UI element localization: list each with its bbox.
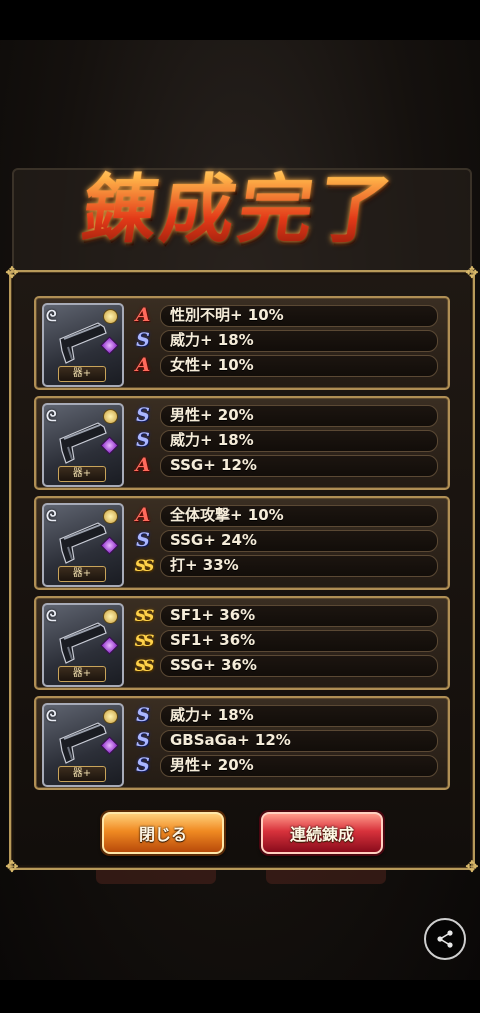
rank-a-icon: A — [135, 354, 151, 376]
corner-ornament-icon: ✥ — [465, 857, 479, 876]
bonus-text: 男性+ 20% — [170, 406, 254, 424]
weapon-thumbnail[interactable]: ᘓ 器+ — [42, 503, 124, 587]
bonus-text: SSG+ 24% — [170, 531, 257, 549]
refine-result-card: ᘓ 器+ S 威力+ 18% S GBSaGa+ 12% S 男性+ 20% — [34, 696, 450, 790]
bonus-row: SS SF1+ 36% — [130, 605, 438, 627]
bonus-text: 威力+ 18% — [170, 431, 254, 449]
bonus-row: SS 打+ 33% — [130, 555, 438, 577]
bonus-text: 全体攻撃+ 10% — [170, 506, 284, 524]
bonus-row: S 威力+ 18% — [130, 329, 438, 352]
item-tag: 器+ — [58, 666, 106, 682]
bonus-text: 威力+ 18% — [170, 331, 254, 349]
rank-s-icon: S — [136, 404, 150, 426]
item-tag: 器+ — [58, 366, 106, 382]
weapon-thumbnail[interactable]: ᘓ 器+ — [42, 303, 124, 387]
rank-ss-icon: SS — [134, 631, 155, 650]
weapon-thumbnail[interactable]: ᘓ 器+ — [42, 703, 124, 787]
refine-result-card: ᘓ 器+ S 男性+ 20% S 威力+ 18% A SSG+ 12% — [34, 396, 450, 490]
rank-a-icon: A — [135, 454, 151, 476]
bonus-text: 打+ 33% — [170, 556, 239, 574]
bonus-row: S 男性+ 20% — [130, 404, 438, 427]
weapon-thumbnail[interactable]: ᘓ 器+ — [42, 603, 124, 687]
rank-s-icon: S — [136, 754, 150, 776]
corner-ornament-icon: ✥ — [5, 263, 19, 282]
bonus-row: A 全体攻撃+ 10% — [130, 504, 438, 527]
bonus-row: SS SSG+ 36% — [130, 655, 438, 677]
page-title: 錬成完了 — [31, 138, 449, 268]
bonus-row: A SSG+ 12% — [130, 454, 438, 477]
share-icon[interactable] — [424, 918, 466, 960]
bonus-text: SSG+ 36% — [170, 656, 257, 674]
refine-result-card: ᘓ 器+ SS SF1+ 36% SS SF1+ 36% SS SSG+ 36% — [34, 596, 450, 690]
repeat-refine-button[interactable]: 連続錬成 — [261, 812, 383, 854]
rank-s-icon: S — [136, 529, 150, 551]
bonus-row: S 威力+ 18% — [130, 704, 438, 727]
weapon-thumbnail[interactable]: ᘓ 器+ — [42, 403, 124, 487]
rank-ss-icon: SS — [134, 556, 155, 575]
bonus-row: S SSG+ 24% — [130, 529, 438, 552]
bonus-row: S 男性+ 20% — [130, 754, 438, 777]
rank-s-icon: S — [136, 329, 150, 351]
bonus-row: A 性別不明+ 10% — [130, 304, 438, 327]
corner-ornament-icon: ✥ — [465, 263, 479, 282]
bonus-text: SF1+ 36% — [170, 631, 256, 649]
close-button[interactable]: 閉じる — [102, 812, 224, 854]
rank-s-icon: S — [136, 429, 150, 451]
rank-s-icon: S — [136, 729, 150, 751]
bonus-text: 男性+ 20% — [170, 756, 254, 774]
bonus-row: S 威力+ 18% — [130, 429, 438, 452]
bonus-text: 女性+ 10% — [170, 356, 254, 374]
bonus-row: SS SF1+ 36% — [130, 630, 438, 652]
bonus-row: S GBSaGa+ 12% — [130, 729, 438, 752]
bonus-text: SF1+ 36% — [170, 606, 256, 624]
rank-ss-icon: SS — [134, 656, 155, 675]
refine-result-card: ᘓ 器+ A 全体攻撃+ 10% S SSG+ 24% SS 打+ 33% — [34, 496, 450, 590]
rank-s-icon: S — [136, 704, 150, 726]
item-tag: 器+ — [58, 766, 106, 782]
bonus-text: 威力+ 18% — [170, 706, 254, 724]
item-tag: 器+ — [58, 566, 106, 582]
bonus-text: GBSaGa+ 12% — [170, 731, 291, 749]
navigation-bar — [0, 980, 480, 1013]
rank-ss-icon: SS — [134, 606, 155, 625]
refine-result-card: ᘓ 器+ A 性別不明+ 10% S 威力+ 18% A 女性+ 10% — [34, 296, 450, 390]
rank-a-icon: A — [135, 504, 151, 526]
bonus-row: A 女性+ 10% — [130, 354, 438, 377]
bonus-text: SSG+ 12% — [170, 456, 257, 474]
bonus-text: 性別不明+ 10% — [170, 306, 284, 324]
corner-ornament-icon: ✥ — [5, 857, 19, 876]
item-tag: 器+ — [58, 466, 106, 482]
status-bar — [0, 0, 480, 40]
rank-a-icon: A — [135, 304, 151, 326]
